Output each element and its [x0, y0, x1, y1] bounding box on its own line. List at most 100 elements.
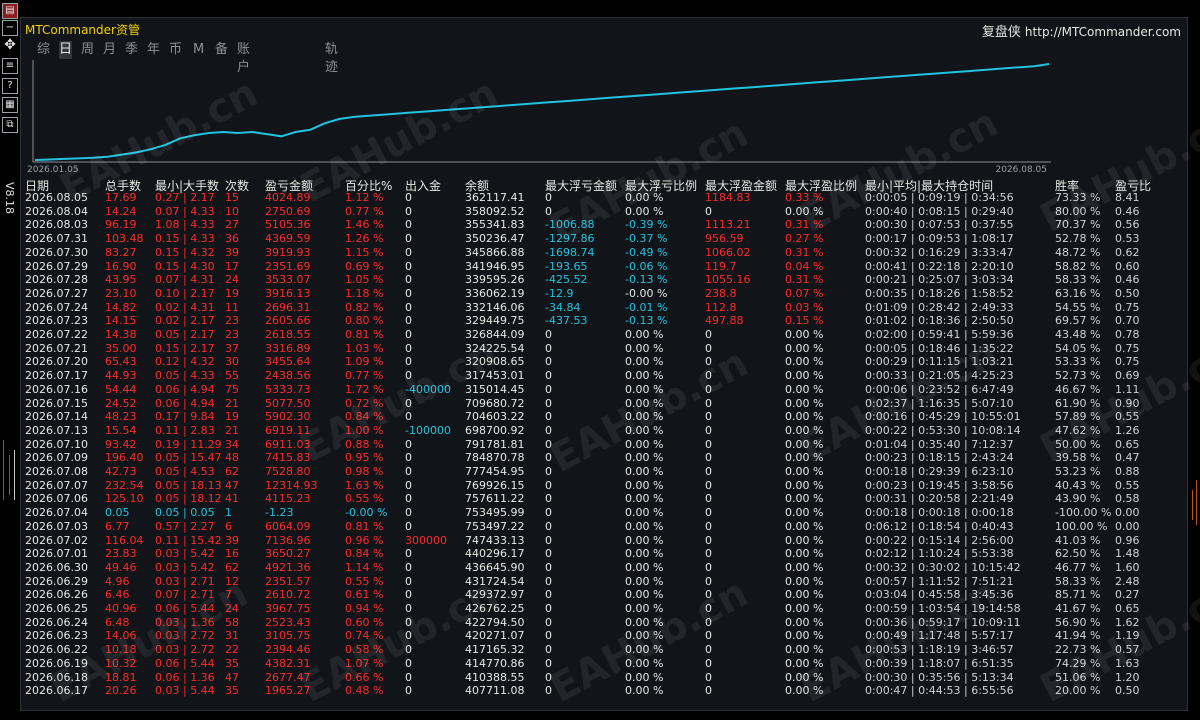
- table-row[interactable]: 2026.06.30 49.46 0.03 | 5.42 62 4921.36 1.14 …: [21, 561, 1189, 575]
- tab-4[interactable]: 季: [125, 41, 138, 59]
- table-cell: 48.23: [105, 410, 137, 424]
- table-row[interactable]: 2026.07.14 48.23 0.17 | 9.84 19 5902.30 0.84 …: [21, 410, 1189, 424]
- table-cell: 0: [705, 533, 712, 547]
- table-row[interactable]: 2026.06.22 10.18 0.03 | 2.72 22 2394.46 0.58 …: [21, 643, 1189, 657]
- tab-6[interactable]: 币: [169, 41, 182, 59]
- table-row[interactable]: 2026.07.04 0.05 0.05 | 0.05 1 -1.23 -0.00 % 0 7…: [21, 506, 1189, 520]
- table-cell: 34: [225, 437, 239, 451]
- table-cell: 2026.07.06: [25, 492, 88, 506]
- window-icon[interactable]: ⧉: [2, 117, 18, 133]
- table-row[interactable]: 2026.07.15 24.52 0.06 | 4.94 21 5077.50 0.72 …: [21, 397, 1189, 411]
- table-cell: 43.95: [105, 273, 137, 287]
- table-cell: 3919.93: [265, 245, 311, 259]
- table-cell: 0.03 | 5.42: [155, 560, 215, 574]
- table-cell: 238.8: [705, 286, 737, 300]
- table-row[interactable]: 2026.06.25 40.96 0.06 | 5.44 24 3967.75 0.94 …: [21, 602, 1189, 616]
- table-cell: 1.48: [1115, 547, 1140, 561]
- table-cell: 350236.47: [465, 232, 525, 246]
- table-cell: 0.74 %: [345, 629, 384, 643]
- tab-5[interactable]: 年: [147, 41, 160, 59]
- table-row[interactable]: 2026.07.09 196.40 0.05 | 15.47 48 7415.83 0.9…: [21, 451, 1189, 465]
- settings-icon[interactable]: ≡: [2, 58, 18, 74]
- table-cell: 0.02 | 2.17: [155, 314, 215, 328]
- tab-1[interactable]: 日: [59, 41, 73, 59]
- chart-icon[interactable]: ▤: [2, 3, 18, 19]
- table-row[interactable]: 2026.06.17 20.26 0.03 | 5.44 35 1965.27 0.48 …: [21, 684, 1189, 698]
- table-cell: 62: [225, 560, 239, 574]
- table-row[interactable]: 2026.07.08 42.73 0.05 | 4.53 62 7528.80 0.98 …: [21, 465, 1189, 479]
- table-row[interactable]: 2026.06.26 6.46 0.07 | 2.71 7 2610.72 0.61 % 0…: [21, 588, 1189, 602]
- table-cell: 21: [225, 396, 239, 410]
- table-row[interactable]: 2026.07.06 125.10 0.05 | 18.12 41 4115.23 0.5…: [21, 492, 1189, 506]
- table-row[interactable]: 2026.08.03 96.19 1.08 | 4.33 27 5105.36 1.46 …: [21, 218, 1189, 232]
- table-row[interactable]: 2026.07.01 23.83 0.03 | 5.42 16 3650.27 0.84 …: [21, 547, 1189, 561]
- table-row[interactable]: 2026.08.04 14.24 0.07 | 4.33 10 2750.69 0.77 …: [21, 205, 1189, 219]
- table-cell: 0.05 | 4.33: [155, 369, 215, 383]
- help-icon[interactable]: ?: [2, 78, 18, 94]
- table-row[interactable]: 2026.07.23 14.15 0.02 | 2.17 23 2605.66 0.80 …: [21, 314, 1189, 328]
- tab-8[interactable]: 备: [215, 41, 228, 59]
- table-row[interactable]: 2026.07.03 6.77 0.57 | 2.27 6 6064.09 0.81 % 0…: [21, 520, 1189, 534]
- tab-0[interactable]: 综: [37, 41, 50, 59]
- table-row[interactable]: 2026.07.24 14.82 0.02 | 4.31 11 2696.31 0.82 …: [21, 301, 1189, 315]
- table-row[interactable]: 2026.07.07 232.54 0.05 | 18.13 47 12314.93 1.…: [21, 479, 1189, 493]
- table-cell: 440296.17: [465, 547, 525, 561]
- table-cell: 0.03 | 2.72: [155, 643, 215, 657]
- table-cell: 0: [705, 547, 712, 561]
- table-cell: 6.77: [105, 519, 130, 533]
- table-row[interactable]: 2026.07.22 14.38 0.05 | 2.17 23 2618.55 0.81 …: [21, 328, 1189, 342]
- table-cell: 0: [545, 547, 552, 561]
- table-row[interactable]: 2026.07.10 93.42 0.19 | 11.29 34 6911.03 0.88…: [21, 438, 1189, 452]
- tab-7[interactable]: M: [193, 41, 204, 59]
- table-cell: 0:00:53 | 1:18:19 | 3:46:57: [865, 643, 1014, 657]
- table-cell: 0: [545, 204, 552, 218]
- table-cell: 0: [705, 656, 712, 670]
- left-toolbar: ▤ − ✥ ≡ ? ▦ ⧉ V8.18: [0, 0, 20, 720]
- table-cell: 0: [545, 519, 552, 533]
- table-cell: 0: [705, 560, 712, 574]
- table-cell: 0.88 %: [345, 437, 384, 451]
- table-cell: 41.03 %: [1055, 533, 1101, 547]
- table-cell: 1.12 %: [345, 191, 384, 204]
- table-row[interactable]: 2026.07.28 43.95 0.07 | 4.31 24 3533.07 1.05 …: [21, 273, 1189, 287]
- table-row[interactable]: 2026.07.29 16.90 0.15 | 4.30 17 2351.69 0.69 …: [21, 260, 1189, 274]
- move-icon[interactable]: ✥: [2, 38, 18, 54]
- table-row[interactable]: 2026.07.13 15.54 0.11 | 2.83 21 6919.11 1.00 …: [21, 424, 1189, 438]
- table-row[interactable]: 2026.07.31 103.48 0.15 | 4.33 36 4369.59 1.26…: [21, 232, 1189, 246]
- table-row[interactable]: 2026.06.19 10.32 0.06 | 5.44 35 4382.31 1.07 …: [21, 657, 1189, 671]
- tab-3[interactable]: 月: [103, 41, 116, 59]
- table-row[interactable]: 2026.07.20 65.43 0.12 | 4.32 30 3455.64 1.09 …: [21, 355, 1189, 369]
- table-row[interactable]: 2026.07.21 35.00 0.15 | 2.17 37 3316.89 1.03 …: [21, 342, 1189, 356]
- table-cell: 3533.07: [265, 273, 311, 287]
- table-cell: 0.00 %: [785, 684, 824, 698]
- table-row[interactable]: 2026.07.17 44.93 0.05 | 4.33 55 2438.56 0.77 …: [21, 369, 1189, 383]
- table-cell: 0:01:04 | 0:35:40 | 7:12:37: [865, 437, 1014, 451]
- minus-icon[interactable]: −: [2, 20, 18, 36]
- table-row[interactable]: 2026.07.27 23.10 0.10 | 2.17 19 3916.13 1.18 …: [21, 287, 1189, 301]
- table-cell: 704603.22: [465, 410, 525, 424]
- table-cell: 0: [405, 684, 412, 698]
- table-cell: 1.14 %: [345, 560, 384, 574]
- tab-2[interactable]: 周: [81, 41, 94, 59]
- table-cell: 0.50: [1115, 684, 1140, 698]
- table-cell: 0.47: [1115, 451, 1140, 465]
- table-row[interactable]: 2026.07.02 116.04 0.11 | 15.42 39 7136.96 0.9…: [21, 534, 1189, 548]
- table-cell: 0: [545, 602, 552, 615]
- table-row[interactable]: 2026.07.16 54.44 0.06 | 4.94 75 5333.73 1.72 …: [21, 383, 1189, 397]
- table-cell: 431724.54: [465, 574, 525, 588]
- table-cell: 0.00 %: [625, 410, 664, 424]
- table-row[interactable]: 2026.06.24 6.48 0.03 | 1.36 58 2523.43 0.60 %…: [21, 616, 1189, 630]
- header-link[interactable]: 复盘侠 http://MTCommander.com: [982, 21, 1181, 40]
- site-url[interactable]: http://MTCommander.com: [1025, 25, 1181, 39]
- table-row[interactable]: 2026.06.23 14.06 0.03 | 2.72 31 3105.75 0.74 …: [21, 629, 1189, 643]
- table-row[interactable]: 2026.08.05 17.69 0.27 | 2.17 15 4024.89 1.12 …: [21, 191, 1189, 205]
- table-row[interactable]: 2026.06.18 18.81 0.06 | 1.36 47 2677.47 0.66 …: [21, 671, 1189, 685]
- table-row[interactable]: 2026.07.30 83.27 0.15 | 4.32 39 3919.93 1.15 …: [21, 246, 1189, 260]
- table-cell: 2026.08.04: [25, 204, 88, 218]
- table-cell: 4115.23: [265, 492, 311, 506]
- table-cell: 0: [545, 656, 552, 670]
- table-cell: 0: [705, 602, 712, 615]
- table-cell: 4024.89: [265, 191, 311, 204]
- table-row[interactable]: 2026.06.29 4.96 0.03 | 2.71 12 2351.57 0.55 %…: [21, 575, 1189, 589]
- book-icon[interactable]: ▦: [2, 97, 18, 113]
